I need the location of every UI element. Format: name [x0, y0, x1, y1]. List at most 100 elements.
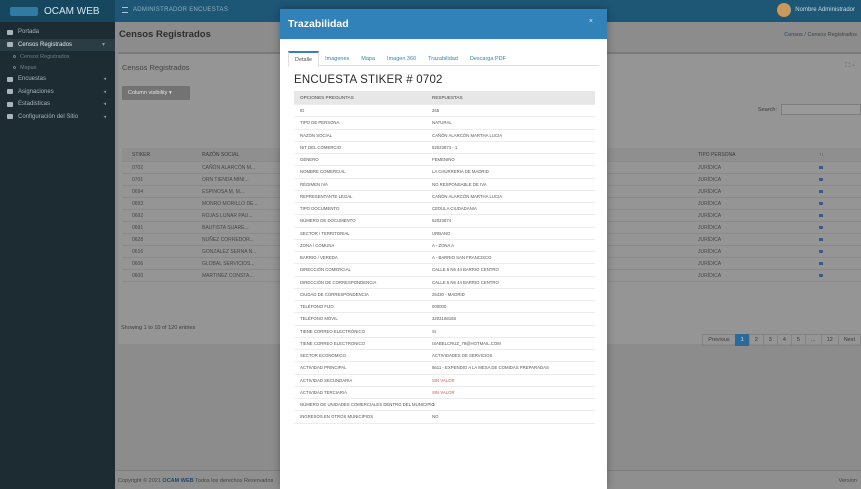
- column-header[interactable]: TIPO PERSONA: [698, 152, 736, 158]
- detail-question: DIRECCIÓN DE CORRESPONDENCIA: [300, 279, 377, 285]
- sidebar-subitem-mapas[interactable]: Mapas: [0, 62, 115, 73]
- tab-detalle[interactable]: Detalle: [288, 51, 320, 67]
- tab-imagenes[interactable]: Imagenes: [319, 51, 355, 66]
- detail-row: TIENE CORREO ELECTRÓNICO SI: [294, 326, 595, 338]
- user-menu[interactable]: Nombre Administrador: [777, 3, 855, 17]
- page-button[interactable]: Next: [837, 334, 861, 346]
- detail-row: NÚMERO DE UNIDADES COMERCIALES DENTRO DE…: [294, 399, 595, 412]
- page-button[interactable]: 12: [820, 334, 839, 346]
- sidebar-item-asignaciones[interactable]: Asignaciones ◂: [0, 86, 115, 99]
- chevron-left-icon: ◂: [103, 88, 106, 95]
- view-icon[interactable]: [819, 262, 823, 265]
- page-button[interactable]: ...: [804, 334, 822, 346]
- detail-question: ACTIVIDAD TERCIARIA: [300, 389, 347, 395]
- detail-answer: FEMENINO: [432, 157, 455, 163]
- sidebar-item-censos[interactable]: Censos Registrados ▼: [0, 38, 115, 51]
- sidebar-item-portada[interactable]: Portada: [0, 26, 115, 39]
- page-button[interactable]: Previous: [702, 334, 736, 346]
- trazabilidad-modal: Trazabilidad × Detalle Imagenes Mapa Ima…: [280, 9, 607, 489]
- cell-razon-social: CAÑÓN ALARCÓN M...: [202, 164, 256, 171]
- detail-row: TIPO DE PERSONA NATURAL: [294, 117, 595, 130]
- cell-razon-social: ROJAS LUNAR PAU...: [202, 212, 253, 219]
- cell-stiker: 0702: [132, 164, 144, 171]
- chevron-left-icon: ◂: [103, 101, 106, 107]
- view-icon[interactable]: [819, 274, 823, 277]
- view-icon[interactable]: [819, 250, 823, 253]
- view-icon[interactable]: [819, 226, 823, 229]
- chevron-down-icon: ▼: [101, 41, 106, 48]
- tab-mapa[interactable]: Mapa: [355, 51, 381, 66]
- menu-toggle-icon[interactable]: [122, 7, 128, 13]
- sidebar-subitem-censos[interactable]: Censos Registrados: [0, 51, 115, 62]
- sidebar-item-configuracion[interactable]: Configuración del Sitio ◂: [0, 111, 115, 124]
- detail-answer: NO: [432, 414, 439, 420]
- chart-icon: [7, 101, 13, 107]
- detail-question: SECTOR / TERRITORIAL: [300, 230, 350, 236]
- detail-question: ACTIVIDAD SECUNDARIA: [300, 377, 353, 383]
- detail-question: NÚMERO DE DOCUMENTO: [300, 218, 356, 224]
- user-name: Nombre Administrador: [795, 7, 855, 13]
- detail-row: SECTOR ECONÓMICO ACTIVIDADES DE SERVICIOS: [294, 350, 595, 363]
- view-icon[interactable]: [819, 202, 823, 205]
- page-button[interactable]: 5: [790, 334, 806, 346]
- detail-question: TIPO DOCUMENTO: [300, 206, 340, 212]
- column-header[interactable]: RAZÓN SOCIAL: [202, 152, 239, 158]
- column-visibility-button[interactable]: Column visibility ▾: [122, 86, 190, 100]
- brand-name: OCAM WEB: [44, 5, 100, 17]
- circle-icon: [13, 66, 16, 69]
- column-header[interactable]: STIKER: [132, 152, 150, 158]
- cell-razon-social: ESPINOSA M. M...: [202, 188, 244, 195]
- detail-row: TIENE CORREO ELECTRONICO ISABELCRUZ_79@HO…: [294, 338, 595, 350]
- sidebar-item-estadisticas[interactable]: Estadisticas ◂: [0, 98, 115, 111]
- view-icon[interactable]: [819, 190, 823, 193]
- detail-row: ZONA / COMUNA A - ZONA A: [294, 240, 595, 252]
- page-button[interactable]: 4: [776, 334, 792, 346]
- detail-question: ID: [300, 108, 305, 114]
- detail-table-body: ID 265 TIPO DE PERSONA NATURAL RAZÓN SOCIAL C…: [294, 105, 595, 424]
- cell-tipo-persona: JURÍDICA: [698, 248, 722, 255]
- collapse-icon[interactable]: ⛶ −: [846, 63, 855, 70]
- sidebar-item-label: Estadisticas: [18, 101, 51, 108]
- close-icon[interactable]: ×: [589, 18, 593, 25]
- survey-title: ENCUESTA STIKER # 0702: [294, 74, 443, 86]
- detail-row: INGRESOS EN OTROS MUNICIPIOS NO: [294, 411, 595, 424]
- dashboard-icon: [7, 29, 13, 35]
- page-button[interactable]: 2: [748, 334, 764, 346]
- detail-row: NIT DEL COMERCIO 52023874 - 1: [294, 142, 595, 154]
- detail-row: NOMBRE COMERCIAL LA CHURRERIA DE MADRID: [294, 166, 595, 179]
- detail-answer: 265: [432, 108, 440, 114]
- detail-row: REPRESENTANTE LEGAL CAÑÓN ALARCÓN MARTHA …: [294, 191, 595, 203]
- list-icon: [7, 89, 13, 95]
- view-icon[interactable]: [819, 178, 823, 181]
- brand-logo[interactable]: OCAM WEB: [0, 0, 115, 22]
- sidebar-subitem-label: Censos Registrados: [20, 53, 70, 60]
- detail-table-header: OPCIONES PREGUNTAS RESPUESTAS: [294, 91, 595, 105]
- detail-answer: SI: [432, 328, 437, 334]
- tab-descarga-pdf[interactable]: Descarga PDF: [464, 51, 512, 66]
- footer-brand[interactable]: OCAM WEB: [162, 478, 193, 484]
- sidebar-item-encuestas[interactable]: Encuestas ◂: [0, 73, 115, 86]
- detail-answer: NATURAL: [432, 120, 452, 126]
- page-button[interactable]: 1: [734, 334, 750, 346]
- detail-answer: 000000: [432, 304, 447, 310]
- cell-stiker: 0606: [132, 260, 144, 267]
- tab-trazabilidad[interactable]: Trazabilidad: [422, 51, 464, 66]
- cell-tipo-persona: JURÍDICA: [698, 188, 722, 195]
- detail-answer: CALLE 6 N6 44 BARRIO CENTRO: [432, 279, 499, 285]
- breadcrumb-home[interactable]: Censos: [784, 32, 803, 38]
- page-button[interactable]: 3: [762, 334, 778, 346]
- tab-imagen-360[interactable]: Imagen 360: [381, 51, 422, 66]
- detail-row: CIUDAD DE CORRESPONDENCIA 25430 - MADRID: [294, 289, 595, 301]
- view-icon[interactable]: [819, 238, 823, 241]
- detail-answer: A - ZONA A: [432, 242, 454, 248]
- view-icon[interactable]: [819, 214, 823, 217]
- view-icon[interactable]: [819, 166, 823, 169]
- cell-stiker: 0616: [132, 248, 144, 255]
- folder-icon: [7, 42, 13, 48]
- detail-question: BARRIO / VEREDA: [300, 255, 338, 261]
- detail-question: TIENE CORREO ELECTRÓNICO: [300, 328, 365, 334]
- detail-answer: 3203168168: [432, 316, 456, 322]
- sort-icon[interactable]: ↑↓: [819, 152, 824, 158]
- detail-question: TIPO DE PERSONA: [300, 120, 340, 126]
- search-input[interactable]: [781, 104, 861, 115]
